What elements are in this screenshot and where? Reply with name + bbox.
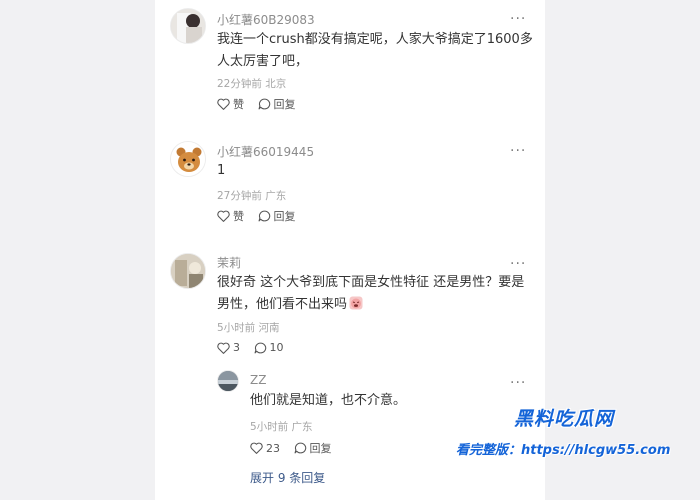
chat-bubble-icon bbox=[254, 342, 266, 353]
comment-actions: 赞 回复 bbox=[217, 96, 306, 113]
comment-text: 很好奇 这个大爷到底下面是女性特征 还是男性？要是 男性，他们看不出来吗 bbox=[217, 272, 537, 316]
watermark-title: 黑料吃瓜网 bbox=[514, 408, 615, 430]
comment-text-segment: 男性，他们看不出来吗 bbox=[217, 297, 348, 312]
username[interactable]: 茉莉 bbox=[217, 254, 241, 271]
heart-icon bbox=[217, 342, 230, 354]
comment-text: 我连一个crush都没有搞定呢，人家大爷搞定了1600多 人太厉害了吧， bbox=[217, 29, 537, 73]
comment-meta: 22分钟前 北京 bbox=[217, 76, 286, 91]
avatar[interactable] bbox=[170, 141, 206, 177]
like-count: 3 bbox=[233, 341, 240, 354]
comment-text-line: 很好奇 这个大爷到底下面是女性特征 还是男性？要是 bbox=[217, 275, 525, 290]
chat-bubble-icon bbox=[258, 210, 270, 222]
heart-icon bbox=[217, 98, 230, 110]
reply-button[interactable]: 回复 bbox=[294, 440, 332, 456]
reply-button[interactable]: 回复 bbox=[258, 96, 296, 112]
more-options-icon[interactable]: ··· bbox=[510, 376, 526, 390]
chat-bubble-icon bbox=[258, 98, 270, 110]
like-button[interactable]: 23 bbox=[250, 442, 280, 455]
comment-panel: 小红薯60B29083 ··· 我连一个crush都没有搞定呢，人家大爷搞定了1… bbox=[155, 0, 545, 500]
comment-time: 27分钟前 bbox=[217, 190, 262, 202]
reply-time: 5小时前 bbox=[250, 421, 289, 433]
avatar[interactable] bbox=[170, 253, 206, 289]
comment-location: 北京 bbox=[265, 78, 287, 90]
chat-bubble-icon bbox=[294, 442, 306, 454]
reply-label: 回复 bbox=[273, 98, 296, 111]
comment-text-line: 男性，他们看不出来吗 bbox=[217, 294, 537, 316]
username[interactable]: ZZ bbox=[250, 373, 266, 387]
more-options-icon[interactable]: ··· bbox=[510, 12, 526, 26]
heart-icon bbox=[250, 442, 263, 454]
comment-text-line: 我连一个crush都没有搞定呢，人家大爷搞定了1600多 bbox=[217, 32, 533, 47]
reply-actions: 23 回复 bbox=[250, 440, 342, 457]
comment-meta: 27分钟前 广东 bbox=[217, 188, 286, 203]
comment-location: 河南 bbox=[258, 322, 280, 334]
expand-replies-link[interactable]: 展开 9 条回复 bbox=[250, 469, 325, 486]
like-button[interactable]: 3 bbox=[217, 341, 240, 354]
comment-meta: 5小时前 河南 bbox=[217, 320, 280, 335]
reply-button[interactable]: 10 bbox=[254, 341, 284, 354]
like-button[interactable]: 赞 bbox=[217, 208, 244, 224]
avatar[interactable] bbox=[170, 8, 206, 44]
reply-label: 回复 bbox=[273, 210, 296, 223]
watermark-url: 看完整版：https://hlcgw55.com bbox=[456, 443, 671, 458]
avatar[interactable] bbox=[217, 370, 239, 392]
comment-actions: 赞 回复 bbox=[217, 208, 306, 225]
crying-emoji-icon bbox=[349, 296, 363, 310]
reply-label: 回复 bbox=[309, 442, 332, 455]
reply-count: 10 bbox=[269, 341, 284, 354]
bear-icon bbox=[171, 142, 205, 176]
like-label: 赞 bbox=[233, 98, 244, 111]
comment-time: 5小时前 bbox=[217, 322, 256, 334]
username[interactable]: 小红薯60B29083 bbox=[217, 11, 315, 28]
reply-location: 广东 bbox=[291, 421, 313, 433]
more-options-icon[interactable]: ··· bbox=[510, 144, 526, 158]
reply-text: 他们就是知道，也不介意。 bbox=[250, 393, 407, 408]
username[interactable]: 小红薯66019445 bbox=[217, 143, 314, 160]
like-button[interactable]: 赞 bbox=[217, 96, 244, 112]
reply-meta: 5小时前 广东 bbox=[250, 419, 313, 434]
comment-text-line: 人太厉害了吧， bbox=[217, 54, 309, 69]
more-options-icon[interactable]: ··· bbox=[510, 257, 526, 271]
reply-button[interactable]: 回复 bbox=[258, 208, 296, 224]
comment-time: 22分钟前 bbox=[217, 78, 262, 90]
comment-text-line: 1 bbox=[217, 163, 226, 178]
comment-location: 广东 bbox=[265, 190, 287, 202]
heart-icon bbox=[217, 210, 230, 222]
comment-actions: 3 10 bbox=[217, 341, 294, 357]
like-count: 23 bbox=[266, 441, 280, 455]
comment-text: 1 bbox=[217, 160, 537, 182]
like-label: 赞 bbox=[233, 210, 244, 223]
